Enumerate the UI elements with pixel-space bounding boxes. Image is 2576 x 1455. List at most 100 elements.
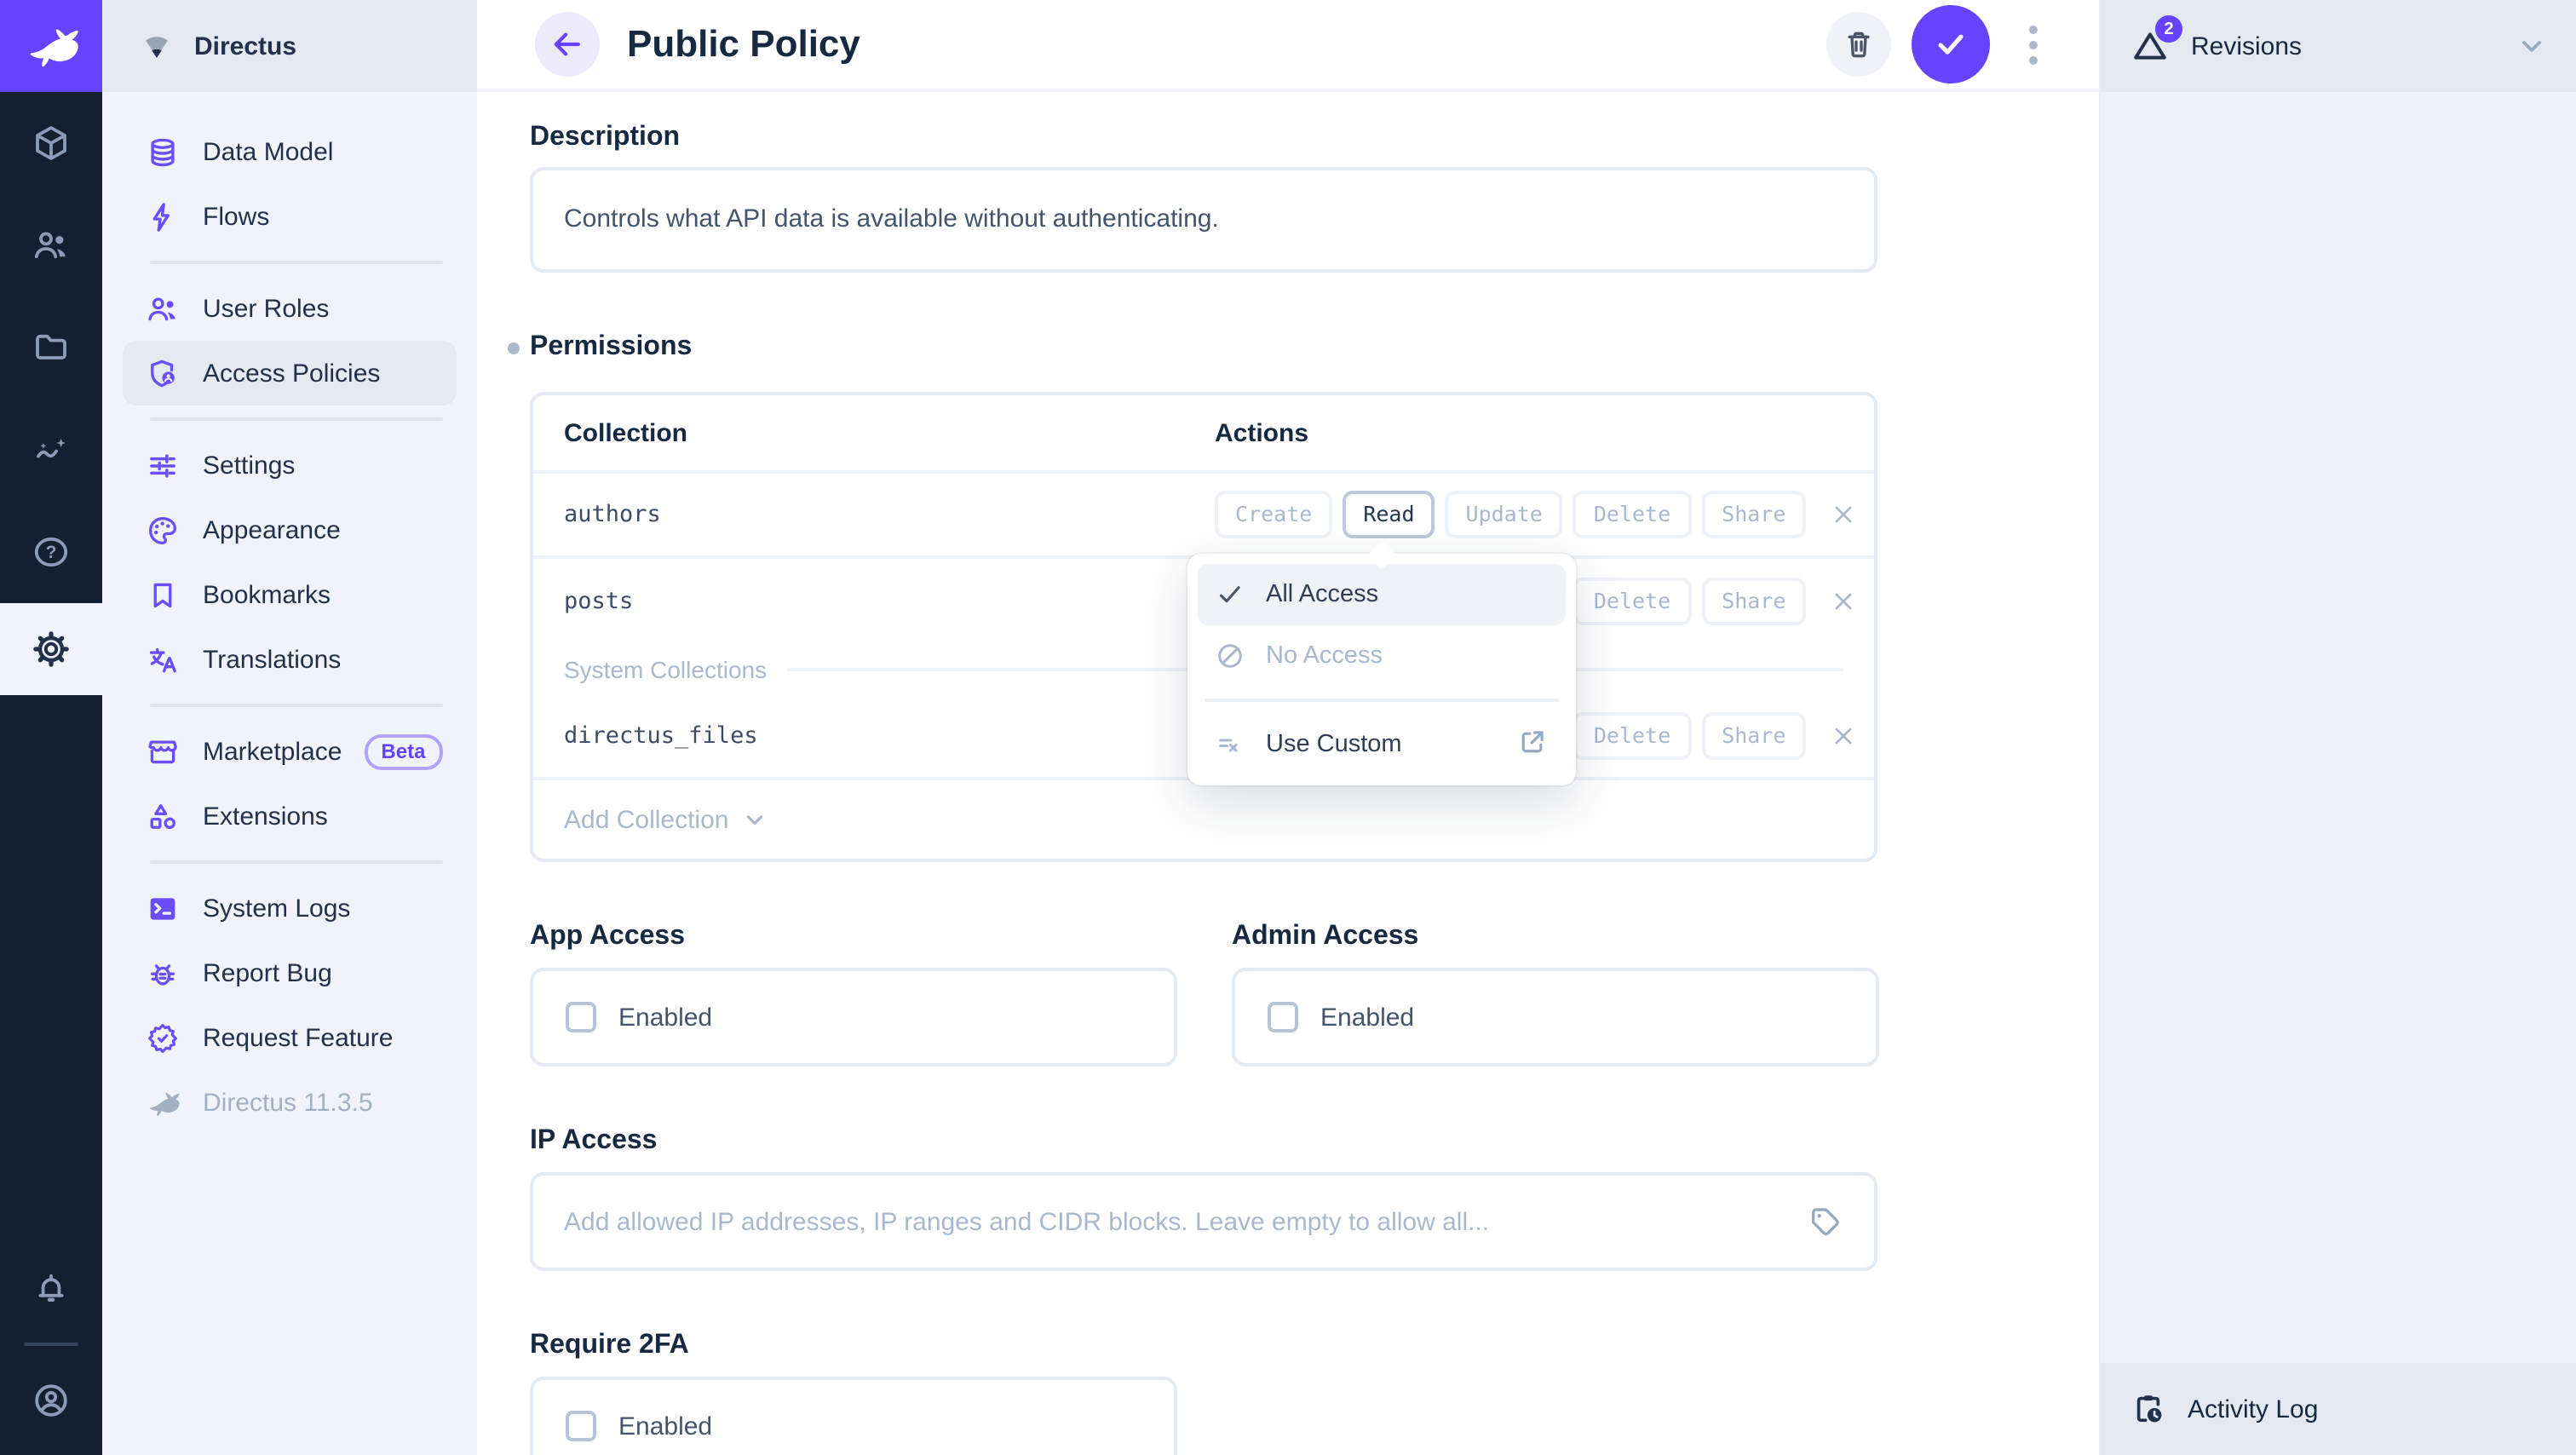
nav-item-marketplace[interactable]: Marketplace Beta [123, 719, 457, 784]
require-2fa-toggle: Enabled [533, 1411, 712, 1441]
ip-access-field-box [530, 1172, 1877, 1271]
module-files[interactable] [0, 296, 102, 399]
action-share-button[interactable]: Share [1701, 578, 1806, 624]
module-settings[interactable] [0, 603, 102, 695]
module-help[interactable]: ? [0, 501, 102, 603]
chevron-down-icon [2515, 29, 2549, 63]
project-name: Directus [194, 32, 296, 60]
nav-item-request-feature[interactable]: Request Feature [123, 1005, 457, 1070]
action-delete-button[interactable]: Delete [1573, 712, 1691, 759]
nav-item-data-model[interactable]: Data Model [123, 119, 457, 184]
svg-text:?: ? [46, 543, 57, 562]
close-icon [1830, 588, 1857, 615]
ip-access-input[interactable] [564, 1207, 1806, 1236]
insights-icon [31, 429, 72, 470]
permissions-table-header: Collection Actions [533, 395, 1874, 474]
module-insights[interactable] [0, 399, 102, 501]
menu-item-use-custom[interactable]: Use Custom [1198, 714, 1566, 775]
action-delete-button[interactable]: Delete [1573, 491, 1691, 538]
more-options-button[interactable] [2010, 25, 2055, 64]
action-share-button[interactable]: Share [1701, 712, 1806, 759]
column-collection: Collection [564, 418, 1215, 447]
remove-row-button[interactable] [1830, 501, 1857, 528]
nav-item-system-logs[interactable]: System Logs [123, 876, 457, 940]
add-collection-label: Add Collection [564, 805, 728, 834]
collection-name: authors [564, 501, 1215, 528]
module-content[interactable] [0, 92, 102, 194]
app-access-toggle: Enabled [533, 1002, 712, 1032]
translate-icon [145, 641, 181, 677]
access-labels-row: App Access Admin Access [530, 920, 2099, 954]
back-button[interactable] [535, 12, 600, 77]
nav-item-label: Extensions [203, 802, 328, 831]
require-2fa-label: Require 2FA [530, 1329, 2099, 1363]
revisions-label: Revisions [2191, 32, 2302, 60]
nav-item-access-policies[interactable]: Access Policies [123, 341, 457, 405]
directus-logo[interactable] [0, 0, 102, 92]
nav-item-label: Data Model [203, 137, 333, 166]
action-read-button[interactable]: Read [1343, 491, 1435, 538]
require-2fa-label-text: Require 2FA [530, 1331, 689, 1361]
nav-item-settings[interactable]: Settings [123, 433, 457, 497]
revisions-header[interactable]: 2 Revisions [2101, 0, 2576, 92]
nav-item-flows[interactable]: Flows [123, 184, 457, 249]
nav-item-report-bug[interactable]: Report Bug [123, 940, 457, 1005]
nav-item-label: Settings [203, 451, 295, 480]
module-bar-divider [24, 1343, 78, 1346]
nav-item-label: Appearance [203, 515, 341, 544]
save-button[interactable] [1912, 5, 1990, 83]
menu-item-all-access[interactable]: All Access [1198, 564, 1566, 625]
collection-name: directus_files [564, 722, 1215, 750]
nav-divider [150, 261, 443, 264]
account-button[interactable] [0, 1360, 102, 1441]
project-header[interactable]: Directus [102, 0, 477, 92]
action-create-button[interactable]: Create [1215, 491, 1332, 538]
shield-user-icon [145, 355, 181, 391]
access-cards-row: Enabled Enabled [530, 954, 2099, 1067]
rabbit-icon [145, 1084, 181, 1120]
checkbox-label: Enabled [1320, 1003, 1414, 1032]
action-share-button[interactable]: Share [1701, 491, 1806, 538]
chevron-down-icon [739, 804, 769, 835]
module-users[interactable] [0, 194, 102, 296]
app-access-card: Enabled [530, 968, 1177, 1067]
require-2fa-checkbox[interactable] [566, 1411, 596, 1441]
project-status-fan-icon [138, 27, 175, 65]
nav-item-label: Request Feature [203, 1023, 393, 1052]
ip-access-label: IP Access [530, 1124, 2099, 1159]
tag-icon [1806, 1203, 1843, 1240]
bug-icon [145, 955, 181, 991]
page-title: Public Policy [627, 22, 860, 66]
collection-name: posts [564, 588, 1215, 615]
description-label-text: Description [530, 123, 680, 153]
close-icon [1830, 722, 1857, 750]
nav-item-user-roles[interactable]: User Roles [123, 276, 457, 341]
nav-item-extensions[interactable]: Extensions [123, 784, 457, 848]
help-icon: ? [31, 532, 72, 572]
kebab-dot [2028, 40, 2037, 49]
nav-item-label: Report Bug [203, 958, 332, 987]
remove-row-button[interactable] [1830, 722, 1857, 750]
remove-row-button[interactable] [1830, 588, 1857, 615]
nav-item-bookmarks[interactable]: Bookmarks [123, 562, 457, 627]
block-icon [1215, 641, 1245, 671]
open-custom-permissions-button[interactable] [1516, 725, 1549, 764]
nav-item-label: User Roles [203, 294, 329, 323]
description-input[interactable]: Controls what API data is available with… [564, 203, 1843, 237]
collapse-toggle[interactable] [2515, 29, 2549, 63]
right-panel-body [2101, 92, 2576, 1363]
add-collection-button[interactable]: Add Collection [533, 780, 1874, 859]
notifications-button[interactable] [0, 1247, 102, 1329]
menu-item-no-access[interactable]: No Access [1198, 625, 1566, 687]
action-delete-button[interactable]: Delete [1573, 578, 1691, 624]
checkbox-label: Enabled [618, 1412, 712, 1441]
action-update-button[interactable]: Update [1446, 491, 1563, 538]
admin-access-checkbox[interactable] [1268, 1002, 1298, 1032]
nav-item-appearance[interactable]: Appearance [123, 497, 457, 562]
app-access-checkbox[interactable] [566, 1002, 596, 1032]
activity-log-button[interactable]: Activity Log [2101, 1363, 2576, 1455]
nav-item-translations[interactable]: Translations [123, 627, 457, 692]
delete-button[interactable] [1826, 12, 1891, 77]
rabbit-icon [22, 17, 80, 75]
bolt-icon [145, 198, 181, 234]
